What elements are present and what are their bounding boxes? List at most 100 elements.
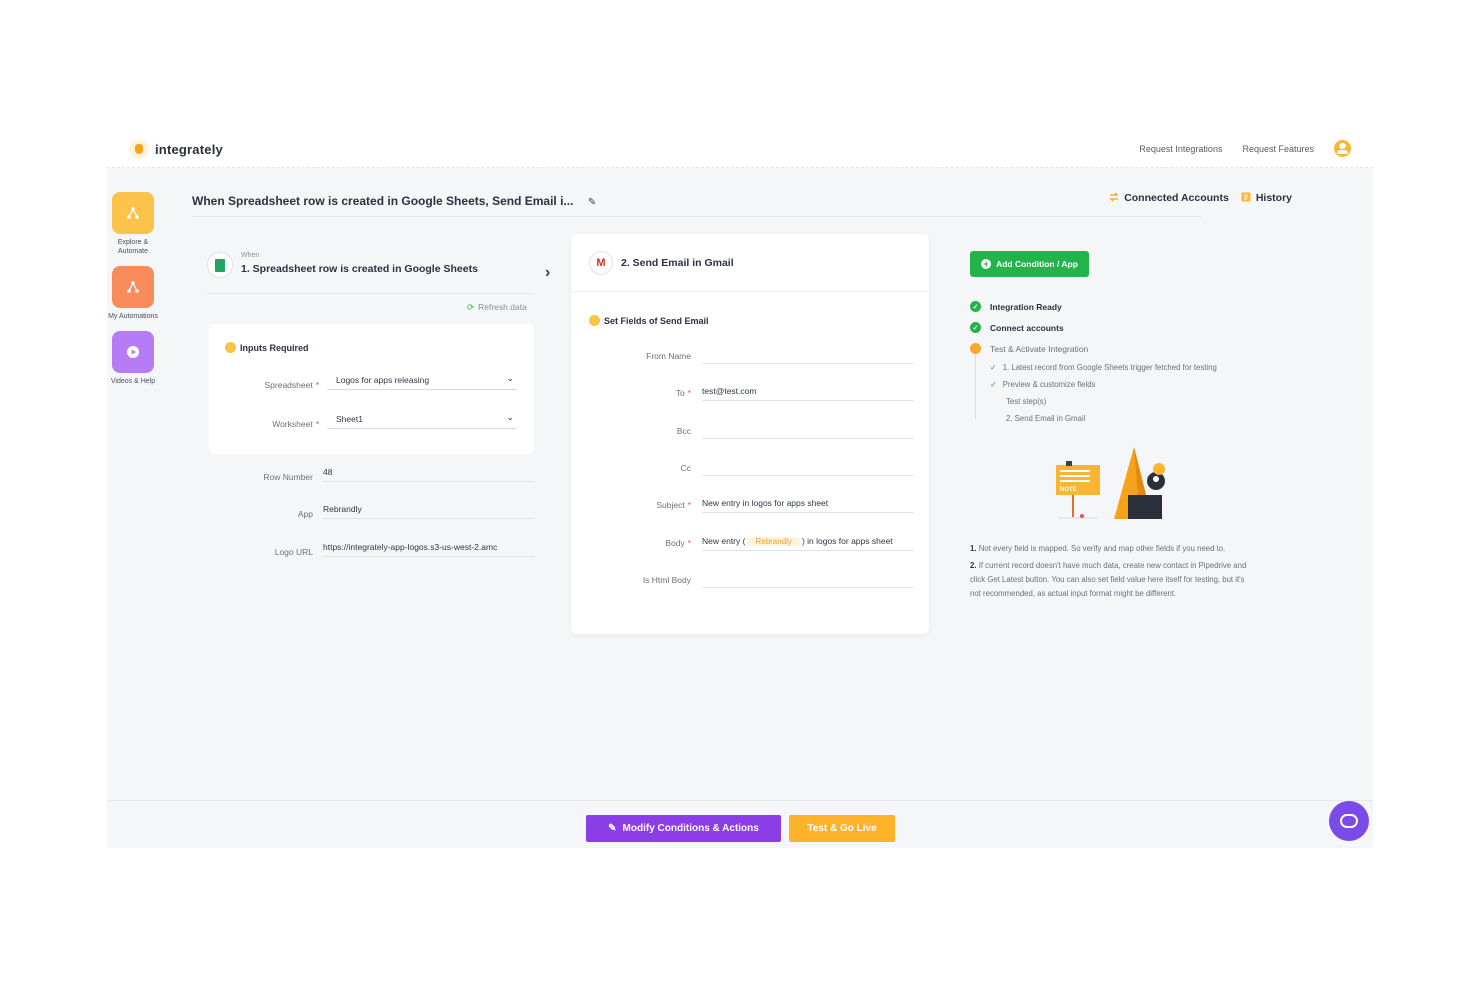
worksheet-label: Worksheet * xyxy=(272,419,319,429)
bcc-input[interactable] xyxy=(702,421,914,439)
to-label: To * xyxy=(675,388,691,398)
sidebar-item-label: Explore & Automate xyxy=(117,239,149,255)
from-name-field: From Name xyxy=(571,344,929,364)
body-label: Body * xyxy=(665,538,691,548)
chevron-right-icon[interactable]: › xyxy=(545,264,550,282)
add-condition-label: Add Condition / App xyxy=(996,259,1078,269)
coin-icon xyxy=(589,315,600,326)
app-value[interactable]: Rebrandly xyxy=(323,501,535,519)
logo-url-field: Logo URL https://integrately-app-logos.s… xyxy=(217,539,535,557)
check-circle-icon: ✓ xyxy=(970,322,981,333)
divider xyxy=(192,216,1202,217)
cc-field: Cc xyxy=(571,456,929,476)
from-name-input[interactable] xyxy=(702,346,914,364)
body-input[interactable]: New entry (Rebrandly) in logos for apps … xyxy=(702,533,914,551)
note-illustration: NOTE xyxy=(1056,447,1165,519)
row-number-field: Row Number 48 xyxy=(217,464,535,482)
pending-circle-icon xyxy=(970,343,981,354)
subject-input[interactable]: New entry in logos for apps sheet xyxy=(702,495,914,513)
rebrandly-token-chip[interactable]: Rebrandly xyxy=(747,537,800,546)
connected-accounts-link[interactable]: Connected Accounts xyxy=(1109,192,1229,204)
to-input[interactable]: test@test.com xyxy=(702,383,914,401)
user-avatar-icon[interactable] xyxy=(1334,140,1351,157)
logo-mark-icon xyxy=(129,139,149,159)
sidebar-item-videos-help[interactable]: Videos & Help xyxy=(111,331,155,386)
connected-accounts-label: Connected Accounts xyxy=(1124,192,1229,204)
substep-label: 2. Send Email in Gmail xyxy=(1006,414,1086,423)
subject-field: Subject * New entry in logos for apps she… xyxy=(571,493,929,513)
cc-label: Cc xyxy=(680,463,691,473)
logo-url-value[interactable]: https://integrately-app-logos.s3-us-west… xyxy=(323,539,535,557)
coin-icon xyxy=(225,342,236,353)
subject-label: Subject * xyxy=(656,500,691,510)
action-step-header[interactable]: M 2. Send Email in Gmail xyxy=(571,234,929,292)
substep-latest-record: ✓ 1. Latest record from Google Sheets tri… xyxy=(970,359,1270,376)
chevron-down-icon: ⌄ xyxy=(506,412,514,422)
app-field: App Rebrandly xyxy=(217,501,535,519)
row-number-label: Row Number xyxy=(263,472,313,482)
step-label: Test & Activate Integration xyxy=(990,343,1089,354)
request-features-link[interactable]: Request Features xyxy=(1242,144,1314,154)
substep-preview: ✓ Preview & customize fields xyxy=(970,376,1270,393)
spreadsheet-select[interactable]: Logos for apps releasing ⌄ xyxy=(327,372,517,390)
pencil-icon[interactable]: ✎ xyxy=(588,197,596,208)
play-icon[interactable] xyxy=(112,331,154,373)
from-name-label: From Name xyxy=(646,351,691,361)
title-actions: Connected Accounts History xyxy=(1109,192,1292,204)
modify-conditions-button[interactable]: ✎ Modify Conditions & Actions xyxy=(586,815,781,842)
note-1: 1. Not every field is mapped. So verify … xyxy=(970,542,1255,556)
app-window: integrately Request Integrations Request… xyxy=(107,130,1373,848)
share-nodes-icon[interactable] xyxy=(112,192,154,234)
note-2-text: If current record doesn't have much data… xyxy=(970,561,1247,598)
swap-icon xyxy=(1109,192,1119,202)
share-nodes-icon[interactable] xyxy=(112,266,154,308)
plus-icon: + xyxy=(981,259,992,269)
history-label: History xyxy=(1255,192,1292,204)
sidebar-item-my-automations[interactable]: My Automations xyxy=(108,266,158,321)
substep-send-email: 2. Send Email in Gmail xyxy=(970,410,1270,427)
test-go-live-button[interactable]: Test & Go Live xyxy=(789,815,895,842)
worksheet-select[interactable]: Sheet1 ⌄ xyxy=(327,411,517,429)
app-label: App xyxy=(297,509,313,519)
row-number-value[interactable]: 48 xyxy=(323,464,535,482)
note-sign-text: NOTE xyxy=(1060,487,1077,493)
trigger-step-header[interactable]: When 1. Spreadsheet row is created in Go… xyxy=(207,250,550,294)
step-connect-accounts: ✓ Connect accounts xyxy=(970,317,1270,338)
notes: 1. Not every field is mapped. So verify … xyxy=(970,542,1255,601)
note-1-number: 1. xyxy=(970,544,977,553)
sidebar-item-label: My Automations xyxy=(108,313,158,320)
inputs-heading-text: Inputs Required xyxy=(240,343,309,353)
sidebar-item-explore[interactable]: Explore & Automate xyxy=(111,192,155,256)
request-integrations-link[interactable]: Request Integrations xyxy=(1139,144,1222,154)
cc-input[interactable] xyxy=(702,458,914,476)
history-link[interactable]: History xyxy=(1241,192,1292,204)
substep-label: Preview & customize fields xyxy=(1002,380,1096,389)
set-fields-heading: Set Fields of Send Email xyxy=(589,315,709,326)
bcc-field: Bcc xyxy=(571,419,929,439)
integration-checklist: ✓ Integration Ready ✓ Connect accounts Tes… xyxy=(970,296,1270,427)
spreadsheet-label: Spreadsheet * xyxy=(264,380,319,390)
step-label: Connect accounts xyxy=(990,322,1064,333)
logo[interactable]: integrately xyxy=(129,139,223,159)
is-html-body-field: Is Html Body xyxy=(571,568,929,588)
chat-support-button[interactable] xyxy=(1329,801,1369,841)
worksheet-field: Worksheet * Sheet1 ⌄ xyxy=(225,411,517,429)
spreadsheet-field: Spreadsheet * Logos for apps releasing ⌄ xyxy=(225,372,517,390)
add-condition-button[interactable]: + Add Condition / App xyxy=(970,251,1089,277)
substep-label: 1. Latest record from Google Sheets trig… xyxy=(1002,363,1217,372)
google-sheets-icon xyxy=(207,252,233,278)
pencil-icon: ✎ xyxy=(608,823,617,834)
is-html-body-label: Is Html Body xyxy=(642,575,691,585)
flow-title-row: When Spreadsheet row is created in Googl… xyxy=(192,192,1292,216)
sidebar: Explore & Automate My Automations Videos… xyxy=(108,192,158,396)
refresh-data-button[interactable]: ⟳ Refresh data xyxy=(467,302,527,313)
set-fields-heading-text: Set Fields of Send Email xyxy=(604,316,709,326)
body-field: Body * New entry (Rebrandly) in logos for… xyxy=(571,531,929,551)
note-2-number: 2. xyxy=(970,561,977,570)
is-html-body-input[interactable] xyxy=(702,570,914,588)
check-icon: ✓ xyxy=(990,380,997,389)
logo-url-label: Logo URL xyxy=(274,547,313,557)
gmail-icon: M xyxy=(589,251,613,275)
note-1-text: Not every field is mapped. So verify and… xyxy=(978,544,1226,553)
bcc-label: Bcc xyxy=(676,426,691,436)
